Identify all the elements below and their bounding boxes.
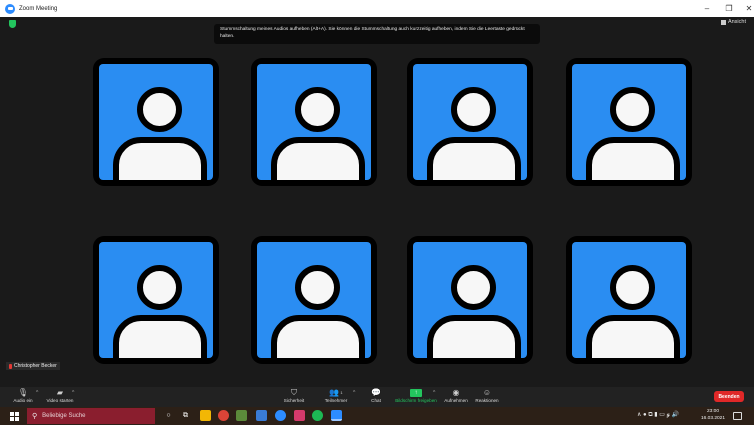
app-blue-icon[interactable] — [275, 410, 286, 421]
end-meeting-button[interactable]: Beenden — [714, 391, 744, 402]
avatar — [257, 64, 371, 180]
chat-button[interactable]: 💬 Chat — [367, 387, 385, 407]
avatar-body-icon — [113, 137, 207, 180]
view-button[interactable]: Ansicht — [720, 19, 746, 25]
taskbar-clock[interactable]: 23:00 16.03.2021 — [701, 409, 725, 422]
meeting-area: Ansicht Stummschaltung meines Audios auf… — [0, 17, 754, 387]
video-button[interactable]: ▰ Video starten — [46, 387, 74, 407]
cortana-icon[interactable]: ○ — [163, 410, 174, 421]
windows-start-icon[interactable] — [10, 412, 19, 421]
meeting-toolbar: 🎙 Audio ein ^ ▰ Video starten ^ ⛉ Sicher… — [0, 387, 754, 407]
smiley-plus-icon: ☺ — [482, 388, 492, 397]
avatar-head-icon — [295, 87, 340, 132]
avatar-body-icon — [113, 315, 207, 358]
window-title-bar: Zoom Meeting – ❐ ✕ — [0, 0, 754, 17]
avatar — [413, 64, 527, 180]
participant-tile[interactable] — [407, 58, 533, 186]
share-options-caret-icon[interactable]: ^ — [433, 390, 435, 396]
participant-tile[interactable] — [251, 58, 377, 186]
notification-center-icon[interactable] — [733, 412, 742, 420]
avatar-head-icon — [137, 87, 182, 132]
avatar — [572, 242, 686, 358]
app-pink-icon[interactable] — [294, 410, 305, 421]
unmute-tooltip: Stummschaltung meines Audios aufheben (A… — [214, 24, 540, 44]
participant-tile[interactable] — [407, 236, 533, 364]
avatar-head-icon — [610, 87, 655, 132]
zoom-taskbar-icon[interactable] — [331, 410, 342, 421]
shield-icon: ⛉ — [291, 387, 297, 397]
avatar-body-icon — [427, 137, 521, 180]
reactions-button[interactable]: ☺ Reaktionen — [474, 387, 500, 407]
record-icon: ◉ — [452, 388, 460, 397]
avatar — [99, 242, 213, 358]
participant-tile[interactable] — [251, 236, 377, 364]
avatar-head-icon — [295, 265, 340, 310]
spotify-icon[interactable] — [312, 410, 323, 421]
avatar-body-icon — [586, 315, 680, 358]
task-view-icon[interactable]: ⧉ — [180, 410, 191, 421]
participants-options-caret-icon[interactable]: ^ — [353, 390, 355, 396]
avatar-body-icon — [586, 137, 680, 180]
encryption-shield-icon[interactable] — [9, 20, 16, 28]
avatar-body-icon — [427, 315, 521, 358]
zoom-logo-icon — [5, 3, 15, 14]
participants-count: 1 — [340, 390, 343, 395]
participants-icon: 👥 1 — [329, 388, 343, 397]
avatar — [413, 242, 527, 358]
minimize-button[interactable]: – — [696, 0, 718, 17]
mic-muted-icon — [9, 363, 12, 369]
avatar — [572, 64, 686, 180]
system-tray-icons[interactable]: ∧ ● ⧉ ▮ ▭ ℊ 🔊 — [637, 411, 679, 419]
participant-tile[interactable] — [93, 236, 219, 364]
avatar — [257, 242, 371, 358]
search-placeholder: Beliebige Suche — [42, 413, 86, 419]
participants-button[interactable]: 👥 1 Teilnehmer — [323, 387, 349, 407]
security-button[interactable]: ⛉ Sicherheit — [283, 387, 305, 407]
avatar-head-icon — [610, 265, 655, 310]
chat-bubble-icon: 💬 — [371, 388, 381, 397]
share-screen-icon: ↑ — [410, 387, 422, 398]
avatar-head-icon — [137, 265, 182, 310]
file-explorer-icon[interactable] — [200, 410, 211, 421]
record-button[interactable]: ◉ Aufnehmen — [443, 387, 469, 407]
chrome-icon[interactable] — [218, 410, 229, 421]
share-screen-button[interactable]: ↑ Bildschirm freigeben — [395, 387, 437, 407]
microphone-muted-icon: 🎙 — [17, 388, 29, 397]
participant-tile[interactable] — [566, 236, 692, 364]
minecraft-icon[interactable] — [236, 410, 247, 421]
avatar-head-icon — [451, 87, 496, 132]
close-button[interactable]: ✕ — [738, 0, 754, 17]
search-icon: ⚲ — [32, 413, 38, 420]
video-off-icon: ▰ — [56, 388, 64, 397]
participant-tile[interactable] — [566, 58, 692, 186]
clock-date: 16.03.2021 — [701, 415, 726, 421]
avatar — [99, 64, 213, 180]
participant-tile[interactable] — [93, 58, 219, 186]
vpn-icon[interactable] — [256, 410, 267, 421]
avatar-head-icon — [451, 265, 496, 310]
audio-options-caret-icon[interactable]: ^ — [36, 390, 38, 396]
audio-button[interactable]: 🎙 Audio ein — [12, 387, 34, 407]
avatar-body-icon — [271, 315, 365, 358]
participant-name-tag: Christopher Becker — [6, 362, 60, 370]
maximize-button[interactable]: ❐ — [718, 0, 740, 17]
grid-view-icon — [720, 19, 726, 25]
window-title: Zoom Meeting — [19, 5, 58, 12]
avatar-body-icon — [271, 137, 365, 180]
video-options-caret-icon[interactable]: ^ — [72, 390, 74, 396]
taskbar-search-input[interactable]: ⚲ Beliebige Suche — [27, 408, 155, 424]
windows-taskbar: ⚲ Beliebige Suche ○ ⧉ ∧ ● ⧉ ▮ ▭ ℊ 🔊 23:0… — [0, 407, 754, 425]
participant-name: Christopher Becker — [14, 363, 57, 369]
view-label: Ansicht — [727, 19, 746, 25]
